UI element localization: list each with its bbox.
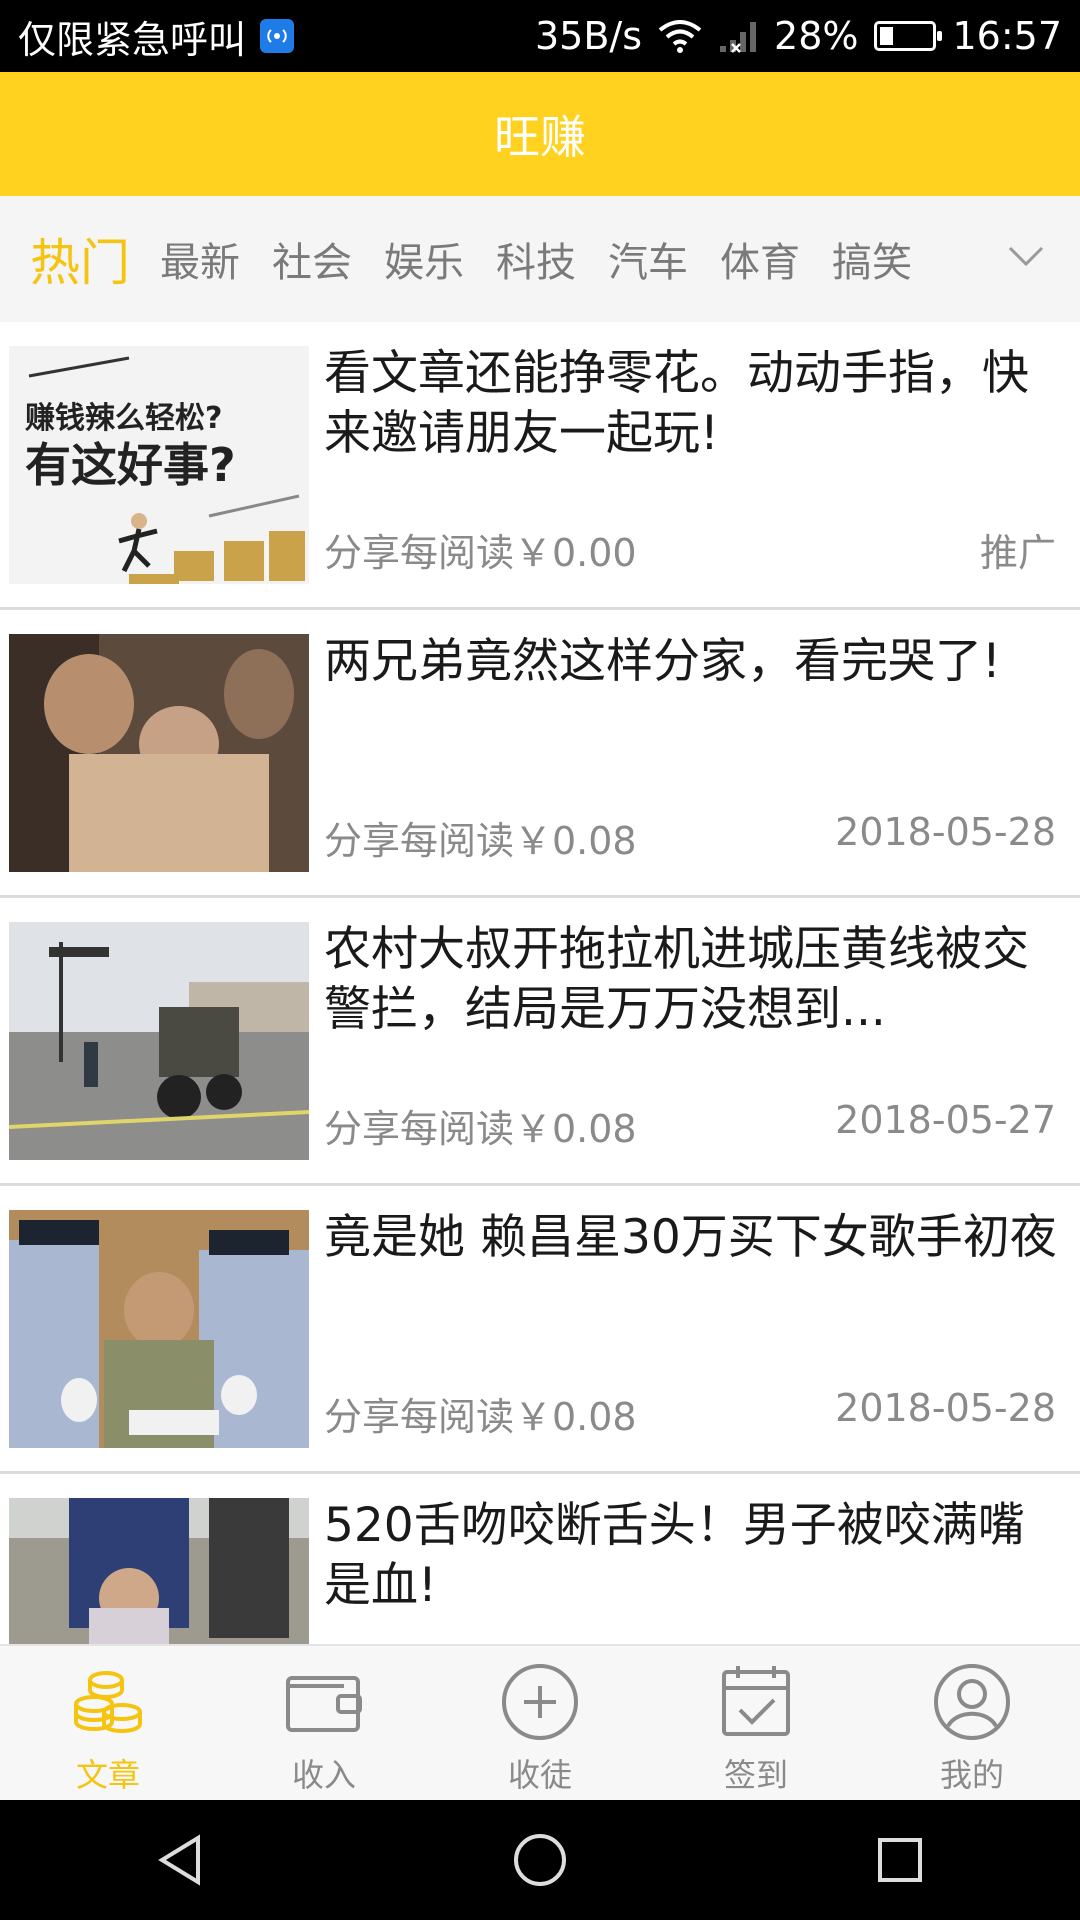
- coins-icon: [74, 1671, 142, 1733]
- article-thumbnail: [9, 1498, 309, 1644]
- nav-articles[interactable]: 文章: [0, 1646, 216, 1800]
- article-item[interactable]: 两兄弟竟然这样分家，看完哭了! 分享每阅读￥0.08 2018-05-28: [0, 610, 1080, 898]
- article-meta: 分享每阅读￥0.00 推广: [324, 522, 1056, 577]
- article-item[interactable]: 竟是她 赖昌星30万买下女歌手初夜 分享每阅读￥0.08 2018-05-28: [0, 1186, 1080, 1474]
- app-header: 旺赚: [0, 72, 1080, 196]
- status-bar: 仅限紧急呼叫 35B/s 28% 16:57: [0, 0, 1080, 72]
- plus-circle-icon: [502, 1664, 578, 1740]
- thumb-headline-2: 有这好事?: [25, 438, 236, 492]
- tab-entertainment[interactable]: 娱乐: [384, 230, 464, 288]
- tab-sports[interactable]: 体育: [720, 230, 800, 288]
- article-item[interactable]: 520舌吻咬断舌头！男子被咬满嘴是血!: [0, 1474, 1080, 1644]
- article-reward: 分享每阅读￥0.00: [324, 531, 637, 575]
- nav-label: 我的: [939, 1756, 1004, 1794]
- article-item[interactable]: 赚钱辣么轻松? 有这好事? 看文章还能挣零花。动动手指，快来邀请朋友一起玩! 分…: [0, 322, 1080, 610]
- user-icon: [934, 1664, 1010, 1740]
- back-icon[interactable]: [150, 1830, 210, 1890]
- wallet-icon: [286, 1676, 362, 1732]
- article-date: 2018-05-28: [835, 810, 1056, 854]
- clock: 16:57: [952, 14, 1062, 58]
- article-thumbnail: 赚钱辣么轻松? 有这好事?: [9, 346, 309, 584]
- article-reward: 分享每阅读￥0.08: [324, 1107, 637, 1151]
- nav-label: 文章: [75, 1756, 140, 1794]
- article-item[interactable]: 农村大叔开拖拉机进城压黄线被交警拦，结局是万万没想到... 分享每阅读￥0.08…: [0, 898, 1080, 1186]
- article-reward: 分享每阅读￥0.08: [324, 819, 637, 863]
- article-meta: 分享每阅读￥0.08 2018-05-27: [324, 1098, 1056, 1153]
- recents-icon[interactable]: [870, 1830, 930, 1890]
- nav-label: 签到: [723, 1756, 788, 1794]
- tab-latest[interactable]: 最新: [160, 230, 240, 288]
- tab-auto[interactable]: 汽车: [608, 230, 688, 288]
- tab-hot[interactable]: 热门: [30, 223, 130, 295]
- tab-society[interactable]: 社会: [272, 230, 352, 288]
- battery-percent: 28%: [774, 14, 859, 58]
- category-tabs: 热门 最新 社会 娱乐 科技 汽车 体育 搞笑: [0, 196, 1080, 322]
- battery-icon: [874, 21, 943, 51]
- article-title: 农村大叔开拖拉机进城压黄线被交警拦，结局是万万没想到...: [324, 922, 1029, 1037]
- article-title: 竟是她 赖昌星30万买下女歌手初夜: [324, 1210, 1057, 1265]
- article-meta: 分享每阅读￥0.08 2018-05-28: [324, 1386, 1056, 1441]
- home-icon[interactable]: [510, 1830, 570, 1890]
- tab-funny[interactable]: 搞笑: [832, 230, 912, 288]
- article-title: 520舌吻咬断舌头！男子被咬满嘴是血!: [324, 1498, 1025, 1613]
- article-meta: 分享每阅读￥0.08 2018-05-28: [324, 810, 1056, 865]
- nav-income[interactable]: 收入: [216, 1646, 432, 1800]
- article-reward: 分享每阅读￥0.08: [324, 1395, 637, 1439]
- chevron-down-icon[interactable]: [1006, 236, 1046, 276]
- hotspot-icon: [260, 19, 295, 53]
- nav-recruit[interactable]: 收徒: [432, 1646, 648, 1800]
- nav-me[interactable]: 我的: [864, 1646, 1080, 1800]
- article-thumbnail: [9, 634, 309, 872]
- article-thumbnail: [9, 1210, 309, 1448]
- network-speed: 35B/s: [534, 14, 643, 58]
- article-list: 赚钱辣么轻松? 有这好事? 看文章还能挣零花。动动手指，快来邀请朋友一起玩! 分…: [0, 322, 1080, 1644]
- article-title: 两兄弟竟然这样分家，看完哭了!: [324, 634, 1001, 689]
- thumb-headline-1: 赚钱辣么轻松?: [25, 401, 222, 436]
- bottom-nav: 文章 收入 收徒 签到 我的: [0, 1644, 1080, 1800]
- wifi-icon: [658, 20, 702, 53]
- nav-checkin[interactable]: 签到: [648, 1646, 864, 1800]
- signal-icon: [720, 22, 757, 53]
- article-date: 2018-05-27: [835, 1098, 1056, 1142]
- tab-tech[interactable]: 科技: [496, 230, 576, 288]
- article-title: 看文章还能挣零花。动动手指，快来邀请朋友一起玩!: [324, 346, 1029, 461]
- promo-label: 推广: [979, 531, 1056, 575]
- article-thumbnail: [9, 922, 309, 1160]
- calendar-check-icon: [722, 1666, 790, 1736]
- nav-label: 收入: [291, 1756, 356, 1794]
- system-nav-bar: [0, 1800, 1080, 1920]
- article-date: 2018-05-28: [835, 1386, 1056, 1430]
- carrier-text: 仅限紧急呼叫: [18, 17, 247, 62]
- page-title: 旺赚: [494, 110, 586, 164]
- nav-label: 收徒: [507, 1756, 572, 1794]
